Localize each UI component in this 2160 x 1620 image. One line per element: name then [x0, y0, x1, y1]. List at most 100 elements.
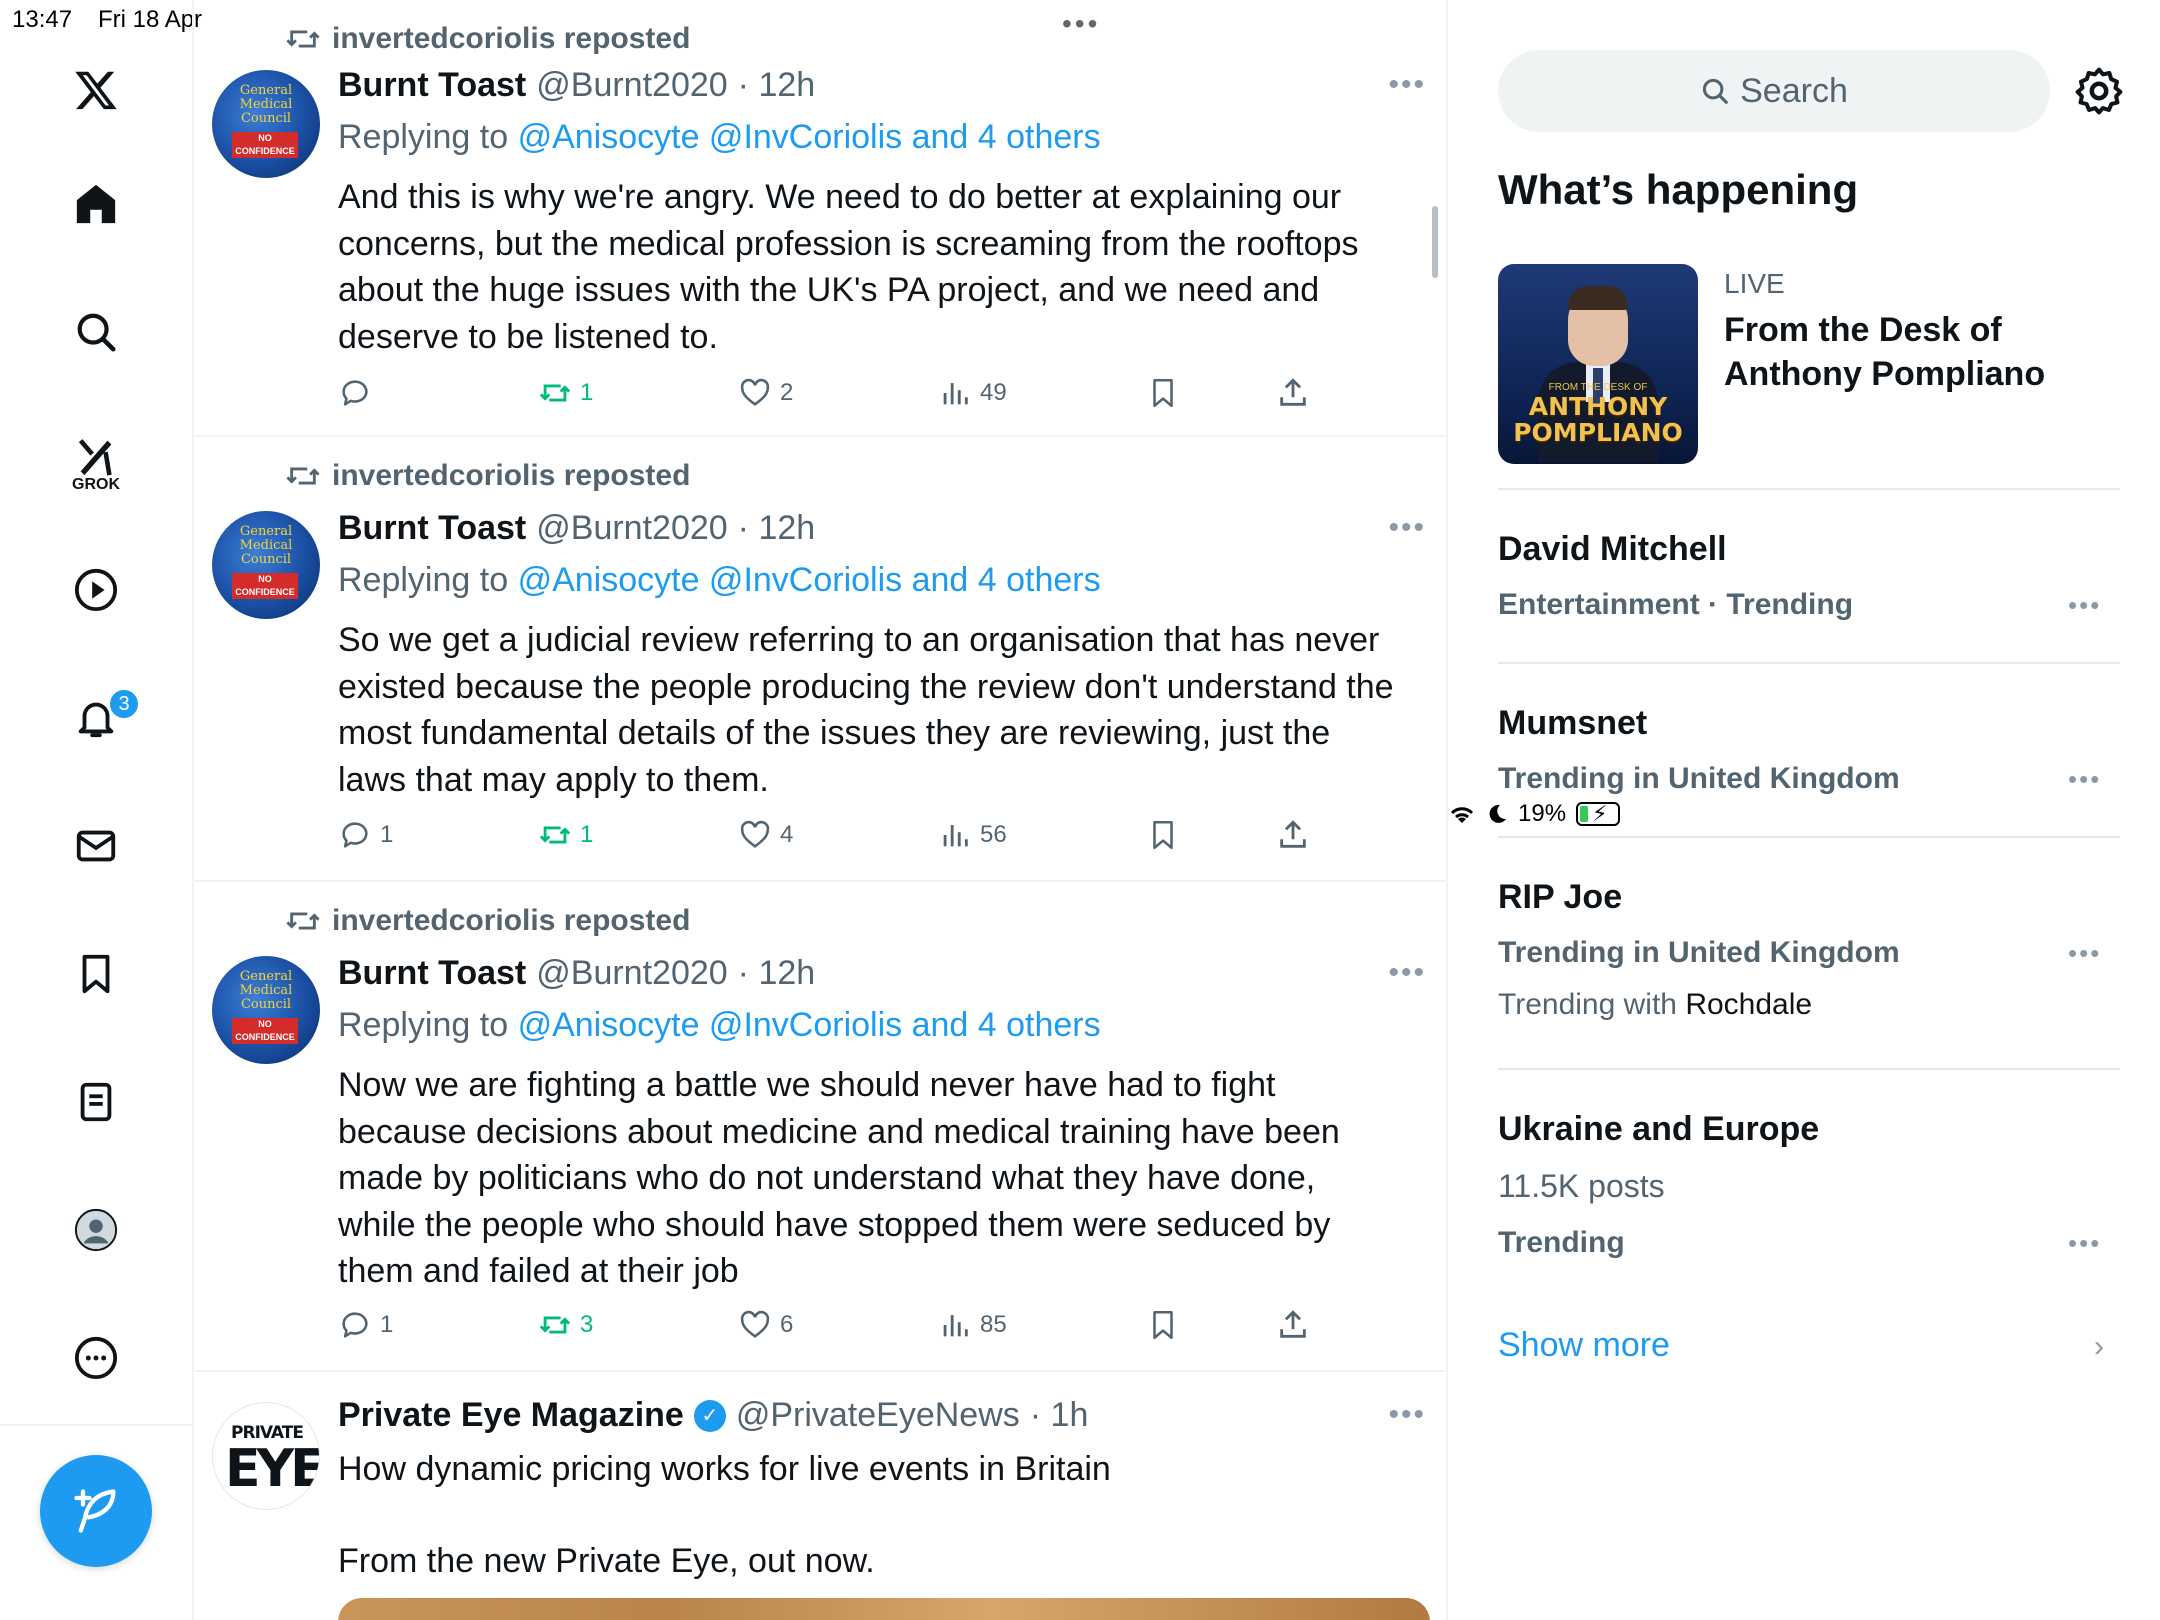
repost-by-label[interactable]: invertedcoriolis reposted: [332, 904, 690, 938]
trend-meta: Trending in United Kingdom: [1498, 762, 1900, 795]
views-chart-icon: [943, 1315, 968, 1337]
trending-with: Trending with Rochdale: [1498, 988, 1813, 1021]
divider: [1498, 836, 2120, 838]
like-button[interactable]: 2: [738, 376, 793, 410]
trend-more-icon[interactable]: •••: [2068, 1228, 2101, 1259]
tweet-more-icon[interactable]: •••: [1388, 956, 1426, 990]
reply-button[interactable]: 1: [338, 1308, 393, 1342]
repost-button[interactable]: 1: [538, 818, 593, 852]
tweet[interactable]: invertedcoriolis reposted General Medical…: [194, 437, 1446, 882]
tweet-header: Burnt Toast @Burnt2020 · 12h: [338, 954, 815, 993]
tweet-time: · 1h: [1029, 1396, 1089, 1434]
repost-by-label[interactable]: invertedcoriolis reposted: [332, 22, 690, 56]
compose-post-button[interactable]: [40, 1455, 152, 1567]
tweet-more-icon[interactable]: •••: [1388, 68, 1426, 102]
reply-icon: [342, 822, 368, 848]
live-title[interactable]: From the Desk of Anthony Pompliano: [1724, 308, 2124, 396]
tweet-text: Now we are fighting a battle we should n…: [338, 1066, 1340, 1290]
share-button[interactable]: [1276, 818, 1310, 852]
like-button[interactable]: 4: [738, 818, 793, 852]
heart-icon: [740, 820, 770, 848]
tweet-media-image[interactable]: [338, 1598, 1430, 1620]
divider: [1498, 662, 2120, 664]
author-handle[interactable]: @Burnt2020: [536, 509, 727, 548]
home-icon[interactable]: [64, 172, 128, 236]
verified-badge-icon: ✓: [693, 1399, 726, 1432]
views-button[interactable]: 85: [938, 1308, 1007, 1342]
like-button[interactable]: 6: [738, 1308, 793, 1342]
share-button[interactable]: [1276, 1308, 1310, 1342]
reply-targets-link[interactable]: @Anisocyte @InvCoriolis and 4 others: [518, 1006, 1101, 1044]
tweet[interactable]: invertedcoriolis reposted General Medical…: [194, 0, 1446, 437]
author-name[interactable]: Burnt Toast: [338, 66, 526, 105]
search-input[interactable]: Search: [1498, 50, 2050, 132]
tweet-more-icon[interactable]: •••: [1388, 1398, 1426, 1432]
author-name[interactable]: Burnt Toast: [338, 954, 526, 993]
repost-by-label[interactable]: invertedcoriolis reposted: [332, 459, 690, 493]
reply-button[interactable]: 1: [338, 818, 393, 852]
bookmark-button[interactable]: [1146, 818, 1180, 852]
scrollbar-thumb[interactable]: [1432, 206, 1438, 278]
views-button[interactable]: 56: [938, 818, 1007, 852]
tweet-more-icon[interactable]: •••: [1388, 511, 1426, 545]
more-options-icon[interactable]: [64, 1326, 128, 1390]
x-logo-icon[interactable]: [64, 58, 128, 122]
author-name[interactable]: Burnt Toast: [338, 509, 526, 548]
trend-more-icon[interactable]: •••: [2068, 590, 2101, 621]
messages-envelope-icon[interactable]: [64, 814, 128, 878]
trend-post-count: 11.5K posts: [1498, 1168, 1665, 1204]
profile-avatar-icon[interactable]: [64, 1198, 128, 1262]
author-name[interactable]: Private Eye Magazine: [338, 1396, 684, 1435]
reply-targets-link[interactable]: @Anisocyte @InvCoriolis and 4 others: [518, 118, 1101, 156]
share-icon: [1280, 378, 1306, 406]
avatar[interactable]: General Medical Council NO CONFIDENCE: [212, 511, 320, 619]
views-chart-icon: [943, 825, 968, 847]
tweet-text-line2: From the new Private Eye, out now.: [338, 1542, 875, 1580]
tweet[interactable]: invertedcoriolis reposted General Medical…: [194, 882, 1446, 1372]
left-nav: GROK 3: [0, 0, 194, 1620]
tweet-actions: 1 1 4 56: [338, 818, 1338, 858]
views-button[interactable]: 49: [938, 376, 1007, 410]
live-thumbnail[interactable]: FROM THE DESK OF ANTHONY POMPLIANO: [1498, 264, 1698, 464]
author-handle[interactable]: @PrivateEyeNews: [736, 1396, 1020, 1435]
nav-divider: [0, 1424, 194, 1426]
trend-meta: Trending in United Kingdom: [1498, 936, 1900, 969]
avatar[interactable]: General Medical Council NO CONFIDENCE: [212, 70, 320, 178]
tweet-time: · 12h: [737, 66, 816, 104]
replying-to: Replying to @Anisocyte @InvCoriolis and …: [338, 1006, 1101, 1044]
trend-name[interactable]: David Mitchell: [1498, 530, 1727, 569]
repost-button[interactable]: 3: [538, 1308, 593, 1342]
divider: [1498, 1068, 2120, 1070]
settings-gear-icon[interactable]: [2072, 64, 2126, 118]
reply-button[interactable]: [338, 376, 380, 410]
tweet-time: · 12h: [737, 954, 816, 992]
bookmarks-icon[interactable]: [64, 942, 128, 1006]
video-play-icon[interactable]: [64, 558, 128, 622]
lists-icon[interactable]: [64, 1070, 128, 1134]
author-handle[interactable]: @Burnt2020: [536, 66, 727, 105]
reply-targets-link[interactable]: @Anisocyte @InvCoriolis and 4 others: [518, 561, 1101, 599]
repost-button[interactable]: 1: [538, 376, 593, 410]
trend-name[interactable]: Ukraine and Europe: [1498, 1110, 1819, 1149]
share-button[interactable]: [1276, 376, 1310, 410]
trend-name[interactable]: RIP Joe: [1498, 878, 1622, 917]
repost-indicator: invertedcoriolis reposted: [286, 22, 690, 56]
explore-search-icon[interactable]: [64, 300, 128, 364]
search-placeholder: Search: [1740, 71, 1848, 110]
show-more-link[interactable]: Show more: [1498, 1326, 1670, 1365]
trend-more-icon[interactable]: •••: [2068, 764, 2101, 795]
timeline: invertedcoriolis reposted General Medical…: [194, 0, 1448, 1620]
repost-icon: [539, 1316, 571, 1334]
repost-icon: [539, 826, 571, 844]
bookmark-button[interactable]: [1146, 376, 1180, 410]
avatar[interactable]: PRIVATE EYE: [212, 1402, 320, 1510]
author-handle[interactable]: @Burnt2020: [536, 954, 727, 993]
tweet-header: Private Eye Magazine ✓ @PrivateEyeNews ·…: [338, 1396, 1088, 1435]
trend-more-icon[interactable]: •••: [2068, 938, 2101, 969]
bookmark-button[interactable]: [1146, 1308, 1180, 1342]
tweet[interactable]: PRIVATE EYE Private Eye Magazine ✓ @Priv…: [194, 1372, 1446, 1620]
trending-with-topic[interactable]: Rochdale: [1685, 988, 1812, 1021]
trend-name[interactable]: Mumsnet: [1498, 704, 1647, 743]
repost-icon: [286, 912, 320, 930]
avatar[interactable]: General Medical Council NO CONFIDENCE: [212, 956, 320, 1064]
